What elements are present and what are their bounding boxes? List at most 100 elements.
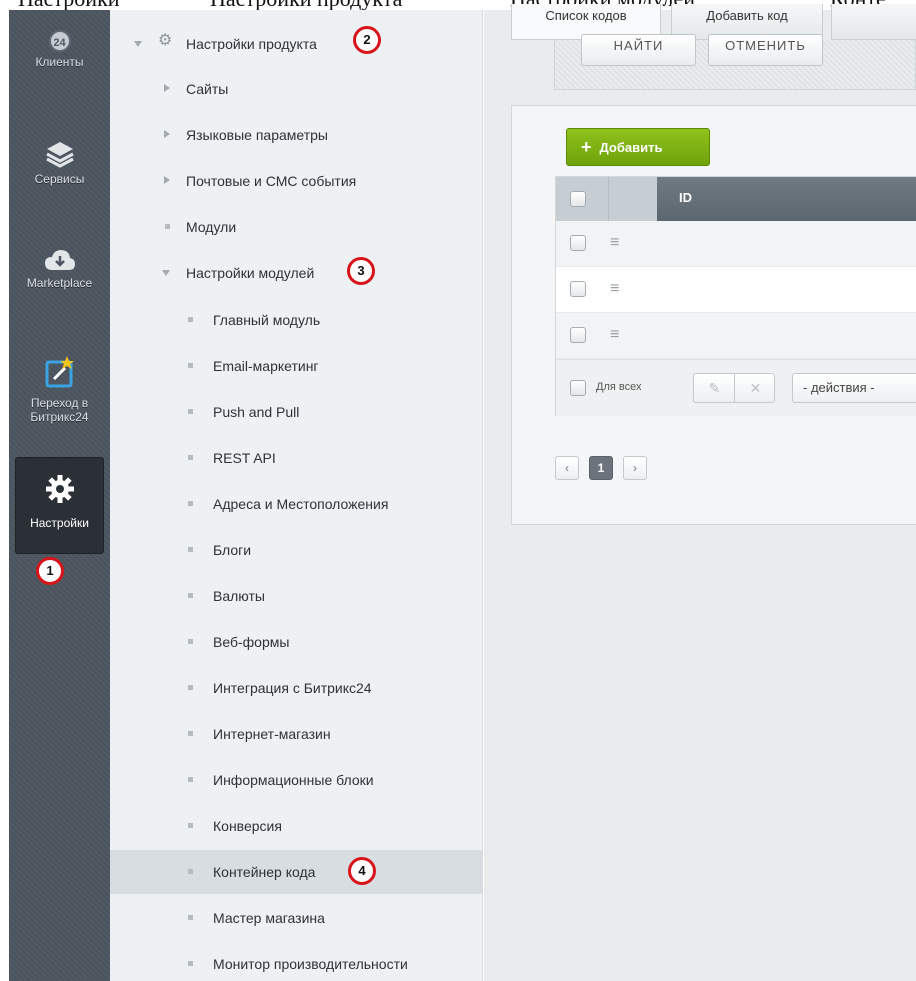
row-checkbox[interactable] [570, 327, 586, 343]
breadcrumb-item[interactable]: Настройки продукта [210, 0, 402, 10]
edit-icon[interactable]: ✎ [694, 374, 735, 402]
menu-icon[interactable]: ≡ [610, 281, 624, 297]
sidebar-item-clients[interactable]: 24 Клиенты [9, 30, 110, 69]
gear-icon [45, 475, 74, 503]
add-button-label: Добавить [599, 140, 663, 155]
clients-badge: 24 [48, 30, 71, 52]
tree-module-item[interactable]: Информационные блоки [110, 758, 483, 802]
collapse-arrow-icon[interactable] [164, 84, 170, 92]
for-all-checkbox[interactable] [570, 380, 586, 396]
annotation-marker: 4 [348, 857, 376, 885]
tree-module-item[interactable]: Адреса и Местоположения [110, 482, 483, 526]
add-button[interactable]: + Добавить [566, 128, 710, 166]
bullet-icon [188, 823, 193, 828]
table-row[interactable]: ≡ [556, 267, 916, 313]
tree-module-item[interactable]: Интеграция с Битрикс24 [110, 666, 483, 710]
grid-footer: Для всех ✎ ✕ - действия - [556, 359, 916, 416]
breadcrumb-item[interactable]: Настройки [18, 0, 120, 10]
code-grid: ID ≡ ≡ ≡ Для всех ✎ ✕ - действия - [555, 176, 916, 416]
select-all-checkbox[interactable] [570, 191, 586, 207]
tree-module-item[interactable]: Email-маркетинг [110, 344, 483, 388]
tree-module-item[interactable]: Блоги [110, 528, 483, 572]
actions-select[interactable]: - действия - [792, 373, 916, 403]
bullet-icon [188, 593, 193, 598]
tree-module-item[interactable]: REST API [110, 436, 483, 480]
tree-item-label: Конверсия [213, 818, 282, 834]
cancel-button[interactable]: Отменить [708, 34, 823, 66]
tree-module-item[interactable]: Push and Pull [110, 390, 483, 434]
next-page-button[interactable]: › [623, 456, 647, 480]
layers-icon [45, 142, 74, 168]
collapse-arrow-icon[interactable] [164, 130, 170, 138]
cloud-download-icon [44, 250, 75, 270]
sidebar-item-label: Клиенты [35, 55, 84, 69]
bullet-icon [188, 639, 193, 644]
find-button[interactable]: Найти [581, 34, 696, 66]
expand-arrow-icon[interactable] [162, 270, 170, 276]
column-header-id[interactable]: ID [657, 177, 916, 221]
tree-item-label: Email-маркетинг [213, 358, 319, 374]
tree-item-languages[interactable]: Языковые параметры [110, 113, 483, 157]
main-content: Список кодов Добавить код Найти Отменить… [484, 4, 916, 981]
tree-module-item[interactable]: Валюты [110, 574, 483, 618]
tree-item-label: Интернет-магазин [213, 726, 331, 742]
tree-item-label: Веб-формы [213, 634, 290, 650]
tree-module-item[interactable]: Главный модуль [110, 298, 483, 342]
tree-item-label: Главный модуль [213, 312, 321, 328]
bullet-icon [188, 409, 193, 414]
sidebar-item-services[interactable]: Сервисы [9, 140, 110, 186]
tree-module-item[interactable]: Конверсия [110, 804, 483, 848]
tree-module-item[interactable]: Монитор производительности [110, 942, 483, 981]
tree-item-modules[interactable]: Модули [110, 205, 483, 249]
header-separator [608, 177, 609, 221]
annotation-marker: 2 [353, 26, 381, 54]
row-checkbox[interactable] [570, 281, 586, 297]
list-panel: + Добавить ID ≡ ≡ ≡ Для всех ✎ ✕ - дейст… [511, 105, 916, 525]
tree-module-item[interactable]: Мастер магазина [110, 896, 483, 940]
bullet-icon [188, 501, 193, 506]
bullet-icon [188, 685, 193, 690]
tree-item-label: Настройки модулей [186, 265, 315, 281]
row-checkbox[interactable] [570, 235, 586, 251]
table-row[interactable]: ≡ [556, 221, 916, 267]
tree-item-label: Адреса и Местоположения [213, 496, 389, 512]
table-row[interactable]: ≡ [556, 313, 916, 359]
sidebar-item-settings[interactable]: Настройки [15, 457, 104, 554]
sidebar-item-bitrix24[interactable]: Переход в Битрикс24 [9, 356, 110, 424]
page-number-button[interactable]: 1 [589, 456, 613, 480]
tree-item-product-settings[interactable]: ⚙ Настройки продукта [110, 22, 483, 66]
main-sidebar: 24 Клиенты Сервисы Marketplace Переход в… [9, 10, 110, 981]
tree-item-label: Блоги [213, 542, 252, 558]
bullet-icon [188, 961, 193, 966]
tree-module-item[interactable]: Контейнер кода [110, 850, 483, 894]
prev-page-button[interactable]: ‹ [555, 456, 579, 480]
tree-item-sites[interactable]: Сайты [110, 67, 483, 111]
tree-item-module-settings[interactable]: Настройки модулей [110, 251, 483, 295]
tree-item-mail-events[interactable]: Почтовые и СМС события [110, 159, 483, 203]
tree-item-label: Push and Pull [213, 404, 300, 420]
tree-item-label: Валюты [213, 588, 265, 604]
row-actions-group: ✎ ✕ [693, 373, 775, 403]
menu-icon[interactable]: ≡ [610, 235, 624, 251]
tree-item-label: Информационные блоки [213, 772, 374, 788]
magic-wand-icon [45, 356, 74, 388]
for-all-label: Для всех [596, 381, 642, 393]
plus-icon: + [581, 137, 592, 157]
tree-item-label: REST API [213, 450, 276, 466]
bullet-icon [188, 915, 193, 920]
sidebar-item-label: Битрикс24 [30, 410, 89, 424]
gear-icon: ⚙ [158, 32, 173, 49]
bullet-icon [188, 363, 193, 368]
settings-tree: ⚙ Настройки продукта Сайты Языковые пара… [110, 10, 483, 981]
tree-module-item[interactable]: Веб-формы [110, 620, 483, 664]
expand-arrow-icon[interactable] [134, 41, 142, 47]
tree-item-label: Модули [186, 219, 237, 235]
tree-item-label: Интеграция с Битрикс24 [213, 680, 372, 696]
menu-icon[interactable]: ≡ [610, 327, 624, 343]
delete-icon[interactable]: ✕ [735, 374, 776, 402]
tree-module-item[interactable]: Интернет-магазин [110, 712, 483, 756]
tree-item-label: Монитор производительности [213, 956, 408, 972]
sidebar-item-marketplace[interactable]: Marketplace [9, 248, 110, 290]
tree-item-label: Контейнер кода [213, 864, 316, 880]
collapse-arrow-icon[interactable] [164, 176, 170, 184]
